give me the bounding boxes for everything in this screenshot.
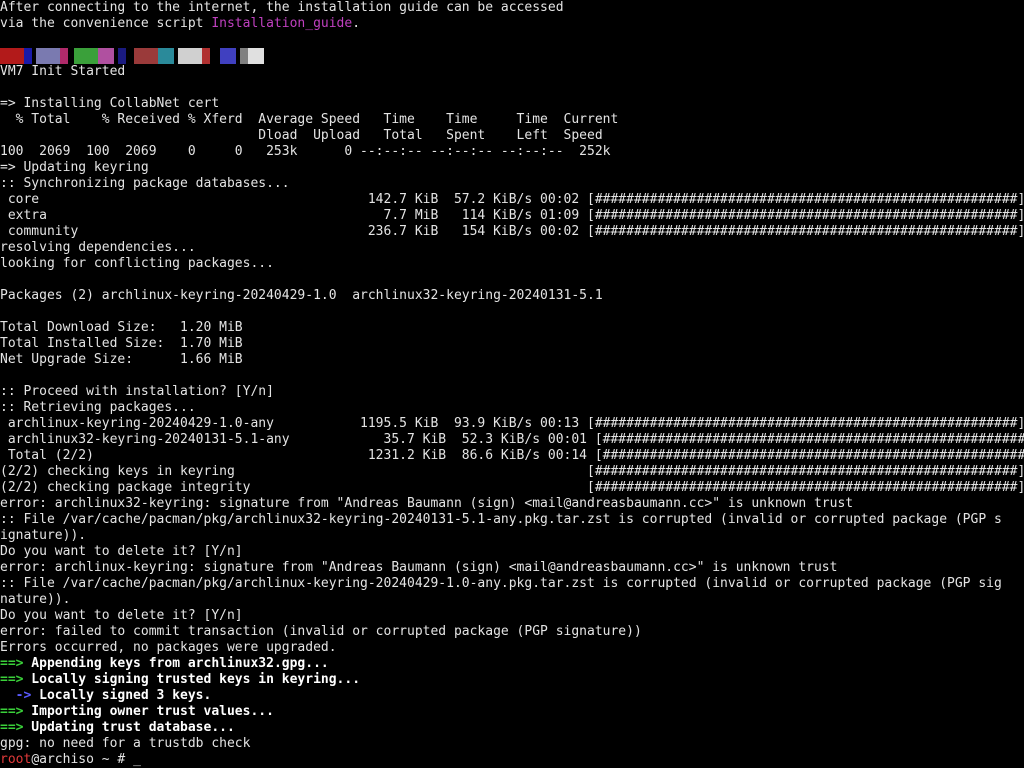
terminal-line: Total Installed Size: 1.70 MiB [0,336,243,351]
step-text: Importing owner trust values... [23,704,274,719]
terminal-line: Total (2/2) 1231.2 KiB 86.6 KiB/s 00:14 … [0,448,1024,463]
terminal-line: Dload Upload Total Spent Left Speed [0,128,603,143]
terminal-line: ==> Locally signing trusted keys in keyr… [0,672,1024,688]
prompt-host: @archiso [31,752,94,767]
prompt-path: ~ # [93,752,134,767]
terminal-line: After connecting to the internet, the in… [0,0,564,15]
terminal-line: ==> Updating trust database... [0,720,1024,736]
terminal-line: :: Synchronizing package databases... [0,176,290,191]
terminal-window[interactable]: After connecting to the internet, the in… [0,0,1024,768]
terminal-line: :: Proceed with installation? [Y/n] [0,384,274,399]
terminal-line: (2/2) checking package integrity [######… [0,480,1024,495]
terminal-line: ==> Appending keys from archlinux32.gpg.… [0,656,1024,672]
color-block [118,48,126,64]
terminal-line: (2/2) checking keys in keyring [########… [0,464,1024,479]
terminal-line: nature)). [0,592,71,607]
terminal-line: VM7 Init Started [0,64,126,79]
terminal-line: ==> Importing owner trust values... [0,704,1024,720]
terminal-line: archlinux32-keyring-20240131-5.1-any 35.… [0,432,1024,447]
terminal-line: error: archlinux-keyring: signature from… [0,560,838,575]
step-text: Locally signing trusted keys in keyring.… [23,672,361,687]
terminal-line: error: archlinux32-keyring: signature fr… [0,496,854,511]
color-test-bar [0,48,1024,64]
arrow-marker: ==> [0,672,24,687]
terminal-line: ignature)). [0,528,87,543]
terminal-line: gpg: no need for a trustdb check [0,736,251,751]
terminal-line: looking for conflicting packages... [0,256,274,271]
terminal-line: Packages (2) archlinux-keyring-20240429-… [0,288,603,303]
terminal-line: Do you want to delete it? [Y/n] [0,608,243,623]
cursor-icon: _ [133,752,141,767]
color-block [24,48,32,64]
terminal-line: Do you want to delete it? [Y/n] [0,544,243,559]
color-block [134,48,158,64]
terminal-line: core 142.7 KiB 57.2 KiB/s 00:02 [#######… [0,192,1024,207]
terminal-line: % Total % Received % Xferd Average Speed… [0,112,619,127]
intro-text: . [352,16,361,31]
color-block [220,48,236,64]
color-block [0,48,24,64]
terminal-line: archlinux-keyring-20240429-1.0-any 1195.… [0,416,1024,431]
sub-arrow-marker: -> [0,688,32,703]
terminal-line: via the convenience script Installation_… [0,16,1024,32]
terminal-line: Total Download Size: 1.20 MiB [0,320,243,335]
color-block [98,48,114,64]
color-block [240,48,248,64]
color-block [178,48,202,64]
color-block [158,48,174,64]
step-text: Locally signed 3 keys. [31,688,212,703]
arrow-marker: ==> [0,720,24,735]
terminal-line: 100 2069 100 2069 0 0 253k 0 --:--:-- --… [0,144,611,159]
terminal-line: :: File /var/cache/pacman/pkg/archlinux3… [0,512,1002,527]
arrow-marker: ==> [0,704,24,719]
installation-guide-link: Installation_guide [211,16,353,31]
intro-text: via the convenience script [0,16,212,31]
terminal-line: error: failed to commit transaction (inv… [0,624,642,639]
prompt-user: root [0,752,32,767]
terminal-line: => Updating keyring [0,160,149,175]
arrow-marker: ==> [0,656,24,671]
terminal-line: Errors occurred, no packages were upgrad… [0,640,337,655]
color-block [248,48,264,64]
shell-prompt[interactable]: root@archiso ~ # _ [0,752,1024,768]
terminal-line: :: Retrieving packages... [0,400,196,415]
terminal-line: community 236.7 KiB 154 KiB/s 00:02 [###… [0,224,1024,239]
color-block [60,48,68,64]
terminal-line: -> Locally signed 3 keys. [0,688,1024,704]
color-block [202,48,210,64]
color-block [74,48,98,64]
terminal-line: extra 7.7 MiB 114 KiB/s 01:09 [#########… [0,208,1024,223]
terminal-line: => Installing CollabNet cert [0,96,220,111]
step-text: Updating trust database... [23,720,235,735]
terminal-line: resolving dependencies... [0,240,196,255]
step-text: Appending keys from archlinux32.gpg... [23,656,329,671]
color-block [36,48,60,64]
terminal-line: :: File /var/cache/pacman/pkg/archlinux-… [0,576,1002,591]
terminal-line: Net Upgrade Size: 1.66 MiB [0,352,243,367]
